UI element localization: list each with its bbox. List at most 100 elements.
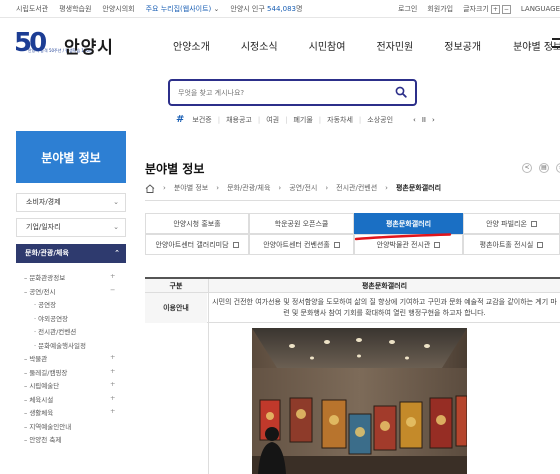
expand-icon[interactable]: +	[110, 272, 115, 280]
sidebar-item-label: 전시관/컨벤션	[38, 328, 77, 336]
tab-hakwoon-park[interactable]: 학운공원 오픈스쿨	[249, 213, 354, 234]
sidebar-item[interactable]: – 둘레길/캠핑장 +	[24, 367, 115, 381]
sidebar-subitem[interactable]: · 전시관/컨벤션	[24, 326, 86, 340]
keyword-item[interactable]: 소상공인	[367, 115, 393, 125]
sites-dropdown[interactable]: 주요 누리집(웹사이트) ⌄	[146, 4, 220, 14]
expand-icon[interactable]: +	[110, 367, 115, 375]
font-plus-button[interactable]: +	[490, 5, 500, 14]
sidebar-title: 분야별 정보	[16, 131, 126, 183]
sidebar-subitem[interactable]: · 문화예술행사일정	[24, 340, 86, 354]
table-header-key: 구분	[169, 282, 183, 290]
login-link[interactable]: 로그인	[398, 4, 417, 14]
sidebar-item-label: 생활체육	[29, 409, 54, 417]
breadcrumb-current: 평촌문화갤러리	[395, 184, 442, 192]
tab-art-center-convention[interactable]: 안양아트센터 컨벤션홀	[249, 234, 354, 255]
logo-name: 안양시	[64, 38, 114, 58]
sidebar-item-label: 공연/전시	[29, 287, 56, 296]
tab-pyeongchon-art-hall[interactable]: 평촌아트홀 전시실	[463, 234, 560, 255]
search-box	[168, 79, 417, 106]
gallery-photo-image	[252, 328, 467, 474]
sidebar-item[interactable]: – 안양천 축제	[24, 434, 86, 448]
sidebar-item[interactable]: – 공연/전시 −	[24, 286, 115, 300]
share-icon[interactable]: <	[522, 163, 532, 173]
table-row-value: 시민의 건전한 여가선용 및 정서함양을 도모하여 삶의 질 향상에 기여하고 …	[208, 293, 560, 323]
library-link[interactable]: 시립도서관	[16, 4, 48, 14]
sidebar-submenu: – 문화관광정보 + – 공연/전시 − · 공연장 · 야외공연장 · 전시관/컨벤션 · …	[24, 272, 115, 448]
sidebar-subitem[interactable]: · 공연장	[24, 299, 86, 313]
collapse-icon[interactable]: −	[110, 286, 115, 294]
sidebar-item[interactable]: – 박물관 +	[24, 353, 115, 367]
gnb-item-open-info[interactable]: 정보공개	[444, 38, 481, 53]
breadcrumb-item[interactable]: 분야별 정보	[174, 183, 208, 193]
sidebar-item[interactable]: – 지역예술인안내	[24, 421, 86, 435]
table-row: 이용안내 시민의 건전한 여가선용 및 정서함양을 도모하여 삶의 질 향상에 …	[145, 293, 560, 323]
gnb-item-participation[interactable]: 시민참여	[309, 38, 346, 53]
keyword-item[interactable]: 보건증	[192, 115, 211, 125]
sidebar-item-culture-tourism-sports[interactable]: 문화/관광/체육 ⌃	[16, 244, 126, 263]
sidebar-item-label: 안양천 축제	[29, 436, 62, 444]
share-tools: < ▤ ☆	[522, 163, 560, 173]
breadcrumb-item[interactable]: 전시관/컨벤션	[336, 183, 377, 193]
sidebar-subitem[interactable]: · 야외공연장	[24, 313, 86, 327]
breadcrumb-item[interactable]: 문화/관광/체육	[227, 183, 270, 193]
table-header-value: 평촌문화갤러리	[208, 279, 560, 293]
tab-pyeongchon-gallery[interactable]: 평촌문화갤러리	[354, 213, 463, 234]
sidebar-item[interactable]: – 체육시설 +	[24, 394, 115, 408]
font-minus-button[interactable]: −	[501, 5, 511, 14]
print-icon[interactable]: ▤	[539, 163, 549, 173]
search-icon[interactable]	[395, 86, 407, 98]
sidebar-item-label: 공연장	[38, 301, 57, 309]
sidebar-item-label: 야외공연장	[38, 314, 69, 323]
expand-icon[interactable]: +	[110, 394, 115, 402]
page-title: 분야별 정보	[145, 162, 205, 176]
keyword-item[interactable]: 채용공고	[226, 115, 252, 125]
keyword-item[interactable]: 폐기물	[293, 115, 312, 125]
top-utility-bar: 시립도서관 평생학습원 안양시의회 주요 누리집(웹사이트) ⌄ 안양시 인구 …	[0, 0, 560, 18]
facility-tabs: 안양시청 홍보홀 학운공원 오픈스쿨 평촌문화갤러리 안양 파빌리온 안양아트센…	[145, 213, 560, 255]
gnb-item-news[interactable]: 시정소식	[241, 38, 278, 53]
sidebar-item[interactable]: – 문화관광정보 +	[24, 272, 115, 286]
sidebar-item-consumer-economy[interactable]: 소비자/경제 ⌄	[16, 193, 126, 212]
sidebar-item-label: 둘레길/캠핑장	[29, 368, 68, 377]
expand-icon[interactable]: +	[110, 353, 115, 361]
bookmark-icon[interactable]: ☆	[556, 163, 560, 173]
expand-icon[interactable]: +	[110, 380, 115, 388]
site-logo[interactable]: 50 안양시 승격 50주년 / 평생학습 100년 안양시	[14, 28, 114, 62]
language-dropdown[interactable]: LANGUAGE	[521, 5, 560, 13]
population-value: 544,083	[267, 5, 296, 13]
search-input[interactable]	[178, 86, 378, 99]
keyword-item[interactable]: 여권	[266, 115, 279, 125]
sidebar-item[interactable]: – 시립예술단 +	[24, 380, 115, 394]
menu-icon[interactable]	[552, 38, 560, 48]
logo-50th-emblem: 50	[14, 28, 47, 58]
site-header: 50 안양시 승격 50주년 / 평생학습 100년 안양시 안양소개 시정소식…	[0, 19, 560, 71]
red-underline-annotation	[354, 233, 452, 241]
expand-icon[interactable]: +	[110, 407, 115, 415]
chevron-down-icon: ⌄	[113, 198, 119, 206]
keyword-item[interactable]: 자동차세	[327, 115, 353, 125]
lifelong-learning-link[interactable]: 평생학습원	[59, 4, 91, 14]
signup-link[interactable]: 회원가입	[427, 4, 453, 14]
prev-keyword-button[interactable]: ‹	[413, 116, 416, 124]
sidebar-item-label: 지역예술인안내	[29, 422, 72, 431]
table-row-key: 이용안내	[145, 293, 207, 323]
population-info: 안양시 인구 544,083명	[230, 5, 303, 13]
external-link-icon	[333, 242, 340, 248]
tab-city-hall-promo-hall[interactable]: 안양시청 홍보홀	[145, 213, 249, 234]
home-icon[interactable]	[145, 183, 155, 193]
gnb-item-civil-service[interactable]: 전자민원	[376, 38, 413, 53]
sidebar-item-business-jobs[interactable]: 기업/일자리 ⌄	[16, 218, 126, 237]
breadcrumb-item[interactable]: 공연/전시	[289, 183, 317, 193]
next-keyword-button[interactable]: ›	[432, 116, 435, 124]
chevron-up-icon: ⌃	[114, 249, 120, 257]
sidebar-item-label: 박물관	[29, 355, 48, 363]
sidebar-item-label: 문화예술행사일정	[38, 341, 86, 350]
city-council-link[interactable]: 안양시의회	[102, 4, 134, 14]
table-header-row: 구분 평촌문화갤러리	[145, 277, 560, 293]
tab-anyang-pavilion[interactable]: 안양 파빌리온	[463, 213, 560, 234]
pause-button[interactable]: II	[422, 116, 426, 124]
external-link-icon	[232, 242, 239, 248]
tab-art-center-gallery[interactable]: 안양아트센터 갤러리미담	[145, 234, 249, 255]
sidebar-item[interactable]: – 생활체육 +	[24, 407, 115, 421]
gnb-item-about[interactable]: 안양소개	[173, 38, 210, 53]
